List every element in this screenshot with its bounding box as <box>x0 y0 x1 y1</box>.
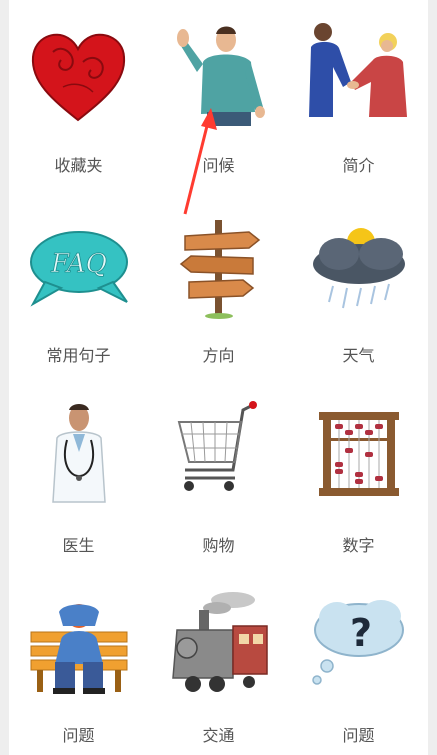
category-label: 天气 <box>342 346 375 365</box>
category-shopping[interactable]: 购物 <box>149 380 288 570</box>
category-problems[interactable]: 问题 <box>9 570 148 755</box>
category-label: 简介 <box>342 156 375 175</box>
category-directions[interactable]: 方向 <box>149 190 288 380</box>
category-transportation[interactable]: 交通 <box>149 570 288 755</box>
shopping-cart-icon <box>163 392 274 512</box>
category-greetings[interactable]: 问候 <box>149 0 288 190</box>
category-label: 问题 <box>62 726 95 745</box>
train-icon <box>163 582 274 702</box>
question-mark-text: ? <box>350 611 372 655</box>
category-favorites[interactable]: 收藏夹 <box>9 0 148 190</box>
category-label: 问候 <box>202 156 235 175</box>
category-common-phrases[interactable]: FAQ 常用句子 <box>9 190 148 380</box>
phrase-category-page: 收藏夹 问候 简介 FAQ 常用句子 方向 天气 医生 购物 数字 问题 交通 … <box>9 0 428 755</box>
category-label: 交通 <box>202 726 235 745</box>
signpost-icon <box>163 202 274 322</box>
faq-bubble-icon: FAQ <box>23 202 134 322</box>
handshake-icon <box>303 12 414 132</box>
waving-man-icon <box>163 12 274 132</box>
category-numbers[interactable]: 数字 <box>289 380 428 570</box>
faq-text: FAQ <box>50 249 107 279</box>
question-cloud-icon: ? <box>303 582 414 702</box>
category-label: 常用句子 <box>46 346 111 365</box>
category-label: 医生 <box>62 536 95 555</box>
storm-cloud-icon <box>303 202 414 322</box>
category-label: 问题 <box>342 726 375 745</box>
abacus-icon <box>303 392 414 512</box>
stressed-person-icon <box>23 582 134 702</box>
category-questions[interactable]: ? 问题 <box>289 570 428 755</box>
category-label: 方向 <box>202 346 235 365</box>
category-label: 购物 <box>202 536 235 555</box>
category-doctor[interactable]: 医生 <box>9 380 148 570</box>
doctor-icon <box>23 392 134 512</box>
category-label: 收藏夹 <box>54 156 103 175</box>
category-label: 数字 <box>342 536 375 555</box>
category-weather[interactable]: 天气 <box>289 190 428 380</box>
heart-icon <box>23 12 134 132</box>
category-introduction[interactable]: 简介 <box>289 0 428 190</box>
